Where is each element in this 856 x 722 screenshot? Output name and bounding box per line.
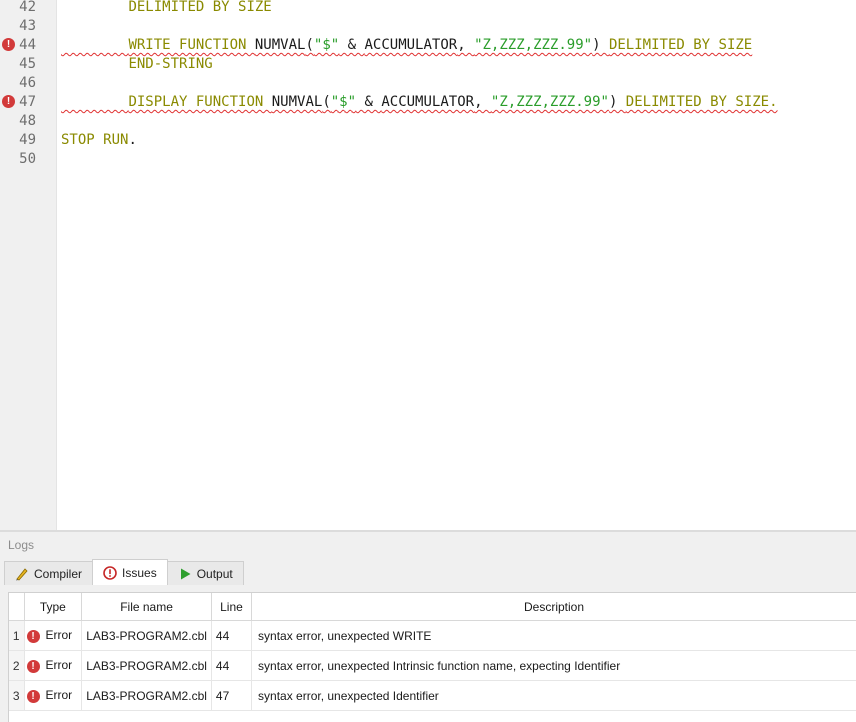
code-text: STOP RUN. [61,131,137,150]
column-header-file[interactable]: File name [81,593,212,621]
issue-type: ! Error [24,680,83,711]
code-line[interactable]: 43 [0,17,856,36]
code-text: END-STRING [61,55,213,74]
code-token: , [457,37,475,53]
tab-output-label: Output [196,566,233,581]
issue-type-label: Error [45,658,73,673]
code-line[interactable]: 50 [0,150,856,169]
issue-row[interactable]: 1! Error LAB3-PROGRAM2.cbl 44 syntax error, … [9,620,856,651]
line-number: 45 [19,56,36,72]
code-text: DELIMITED BY SIZE [61,0,272,17]
code-line[interactable]: 42 DELIMITED BY SIZE [0,0,856,17]
code-text: DISPLAY FUNCTION NUMVAL("$" & ACCUMULATO… [61,93,778,112]
line-number: 46 [19,75,36,91]
code-text: WRITE FUNCTION NUMVAL("$" & ACCUMULATOR,… [61,36,752,55]
line-number: 42 [19,0,36,15]
code-line[interactable]: 45 END-STRING [0,55,856,74]
tab-issues-label: Issues [122,565,157,580]
issue-type: ! Error [24,650,83,681]
code-token: ( [305,37,314,53]
issues-icon [103,565,117,580]
line-number: 50 [19,151,36,167]
code-token: WRITE FUNCTION [128,37,255,53]
issue-line: 44 [211,620,253,651]
code-line[interactable]: ! 47 DISPLAY FUNCTION NUMVAL("$" & ACCUMU… [0,93,856,112]
code-token: ACCUMULATOR [381,94,475,110]
code-token: ) [608,94,626,110]
code-token: & [356,94,382,110]
code-token: "Z,ZZZ,ZZZ.99" [474,37,593,53]
line-number: 47 [19,94,36,110]
issues-table-header: Type File name Line Description [9,593,856,621]
issue-description: syntax error, unexpected WRITE [251,620,856,651]
code-token: END-STRING [128,56,213,72]
tab-compiler[interactable]: Compiler [4,561,94,585]
code-token: NUMVAL [254,37,306,53]
code-line[interactable]: 48 [0,112,856,131]
code-line[interactable]: ! 44 WRITE FUNCTION NUMVAL("$" & ACCUMULA… [0,36,856,55]
code-token: ACCUMULATOR [364,37,458,53]
code-token: "$" [330,94,357,110]
issue-description: syntax error, unexpected Intrinsic funct… [251,650,856,681]
line-number: 49 [19,132,36,148]
code-token: DELIMITED BY SIZE. [625,94,778,110]
logs-tabs: Compiler Issues Output [4,559,244,585]
code-token: , [474,94,491,110]
tab-compiler-label: Compiler [34,566,83,581]
output-icon [178,567,192,581]
code-token: DISPLAY FUNCTION [128,94,272,110]
code-token: ) [592,37,609,53]
issue-line: 44 [211,650,253,681]
row-number-header [9,593,25,621]
issue-row[interactable]: 3! Error LAB3-PROGRAM2.cbl 47 syntax error, … [9,680,856,711]
line-number: 43 [19,18,36,34]
line-number: 48 [19,113,36,129]
panel-splitter[interactable] [0,530,856,532]
issue-type: ! Error [24,620,83,651]
code-editor[interactable]: 42 DELIMITED BY SIZE 43! 44 WRITE FUNCTION… [0,0,856,530]
issue-description: syntax error, unexpected Identifier [251,680,856,711]
issue-line: 47 [211,680,253,711]
code-token: NUMVAL [271,94,323,110]
error-icon: ! [26,629,40,643]
issues-table: Type File name Line Description 1! Error L… [8,592,856,722]
tab-issues[interactable]: Issues [92,559,168,585]
column-header-type[interactable]: Type [24,593,83,621]
issue-type-label: Error [45,628,73,643]
code-token: DELIMITED BY SIZE [608,37,753,53]
column-header-line[interactable]: Line [211,593,253,621]
issue-row-number: 2 [9,650,25,681]
issue-file: LAB3-PROGRAM2.cbl [81,620,212,651]
code-token: & [339,37,365,53]
compiler-icon [15,567,29,581]
issue-file: LAB3-PROGRAM2.cbl [81,650,212,681]
issue-row[interactable]: 2! Error LAB3-PROGRAM2.cbl 44 syntax error, … [9,650,856,681]
code-token: STOP RUN [61,132,129,148]
code-token: "$" [313,37,340,53]
issue-type-label: Error [45,688,73,703]
code-token: . [128,132,137,148]
code-line[interactable]: 46 [0,74,856,93]
error-icon: ! [26,659,40,673]
issue-row-number: 1 [9,620,25,651]
issue-file: LAB3-PROGRAM2.cbl [81,680,212,711]
error-icon: ! [26,689,40,703]
logs-panel-title: Logs [8,538,35,552]
code-token: DELIMITED BY SIZE [128,0,272,15]
tab-output[interactable]: Output [166,561,244,585]
code-token: "Z,ZZZ,ZZZ.99" [490,94,609,110]
line-number: 44 [19,37,36,53]
column-header-description[interactable]: Description [251,593,856,621]
code-token: ( [322,94,331,110]
code-line[interactable]: 49 STOP RUN. [0,131,856,150]
issue-row-number: 3 [9,680,25,711]
